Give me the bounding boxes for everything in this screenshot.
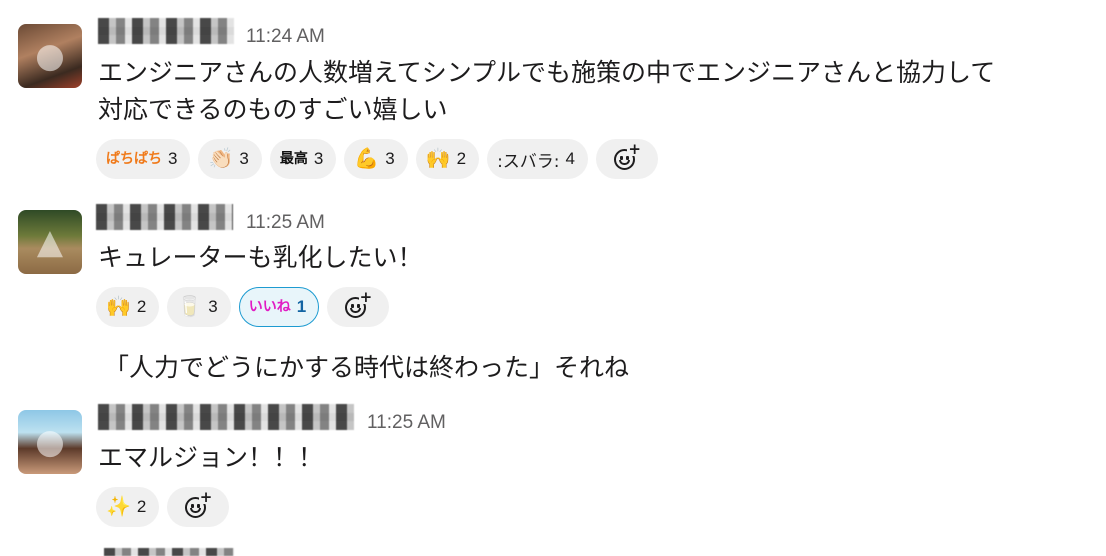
- author-name-redacted[interactable]: [96, 204, 233, 230]
- reaction-pachipachi[interactable]: ぱちぱち 3: [96, 139, 191, 179]
- reaction-count: 2: [136, 497, 147, 516]
- reaction-count: 3: [239, 149, 249, 168]
- raising-hands-icon: 🙌: [425, 148, 451, 170]
- author-name-redacted[interactable]: [98, 404, 354, 430]
- reaction-count: 3: [208, 297, 218, 316]
- reaction-raised-hands[interactable]: 🙌 2: [96, 287, 160, 327]
- next-author-name-redacted[interactable]: [104, 548, 234, 556]
- reaction-count: 3: [313, 149, 324, 168]
- message-text-line: エマルジョン！！！: [98, 443, 324, 472]
- reactions-bar: ✨ 2 +: [96, 487, 230, 527]
- flexed-biceps-icon: 💪: [354, 148, 380, 170]
- user-photo-icon: ●: [35, 36, 65, 76]
- timestamp[interactable]: 11:25 AM: [367, 412, 446, 434]
- timestamp[interactable]: 11:25 AM: [246, 212, 325, 234]
- reaction-sparkles[interactable]: ✨ 2: [96, 487, 160, 527]
- add-reaction-button[interactable]: +: [327, 287, 390, 327]
- add-reaction-button[interactable]: +: [596, 139, 658, 179]
- reaction-count: 1: [296, 297, 307, 316]
- message-text-line: 対応できるのものすごい嬉しい: [98, 95, 448, 124]
- timestamp[interactable]: 11:24 AM: [246, 26, 325, 48]
- reaction-subara[interactable]: :スバラ: 4: [487, 139, 588, 179]
- avatar[interactable]: ▲: [18, 210, 82, 274]
- reaction-muscle[interactable]: 💪 3: [344, 139, 408, 179]
- glass-of-milk-icon: 🥛: [177, 296, 203, 318]
- reaction-count: 3: [385, 149, 395, 168]
- user-photo-icon: ●: [35, 422, 65, 462]
- clapping-hands-icon: 👏🏻: [208, 148, 234, 170]
- subara-text-emoji: :スバラ:: [497, 151, 560, 172]
- message-text-line: キュレーターも乳化したい！: [98, 243, 423, 272]
- reaction-count: 2: [456, 149, 467, 168]
- reaction-count: 3: [168, 149, 178, 168]
- add-emoji-icon: +: [614, 142, 642, 172]
- reaction-count: 2: [136, 297, 147, 316]
- add-reaction-button[interactable]: +: [167, 487, 230, 527]
- deer-photo-icon: ▲: [36, 222, 64, 262]
- reaction-iine[interactable]: いいね 1: [238, 287, 320, 327]
- sparkles-icon: ✨: [106, 496, 131, 518]
- iine-text-emoji: いいね: [248, 299, 291, 315]
- raising-hands-icon: 🙌: [106, 296, 131, 318]
- reactions-bar: 🙌 2 🥛 3 いいね 1 +: [96, 287, 390, 327]
- reaction-count: 4: [565, 149, 575, 168]
- message-text-line: エンジニアさんの人数増えてシンプルでも施策の中でエンジニアさんと協力して: [98, 58, 996, 87]
- reaction-saikou[interactable]: 最高 3: [269, 139, 337, 179]
- continuation-message-text: 「人力でどうにかする時代は終わった」それね: [104, 353, 630, 382]
- add-emoji-icon: +: [345, 290, 374, 320]
- pachipachi-text-emoji: ぱちぱち: [106, 151, 162, 167]
- add-emoji-icon: +: [185, 490, 214, 520]
- reaction-raised-hands[interactable]: 🙌 2: [415, 139, 480, 179]
- reaction-clap[interactable]: 👏🏻 3: [198, 139, 262, 179]
- saikou-text-emoji: 最高: [279, 151, 308, 167]
- avatar[interactable]: ●: [18, 410, 82, 474]
- avatar[interactable]: ●: [18, 24, 82, 88]
- reactions-bar: ぱちぱち 3 👏🏻 3 最高 3 💪 3 🙌 2 :スバラ: 4 +: [96, 139, 658, 179]
- reaction-milk[interactable]: 🥛 3: [167, 287, 231, 327]
- author-name-redacted[interactable]: [98, 18, 234, 44]
